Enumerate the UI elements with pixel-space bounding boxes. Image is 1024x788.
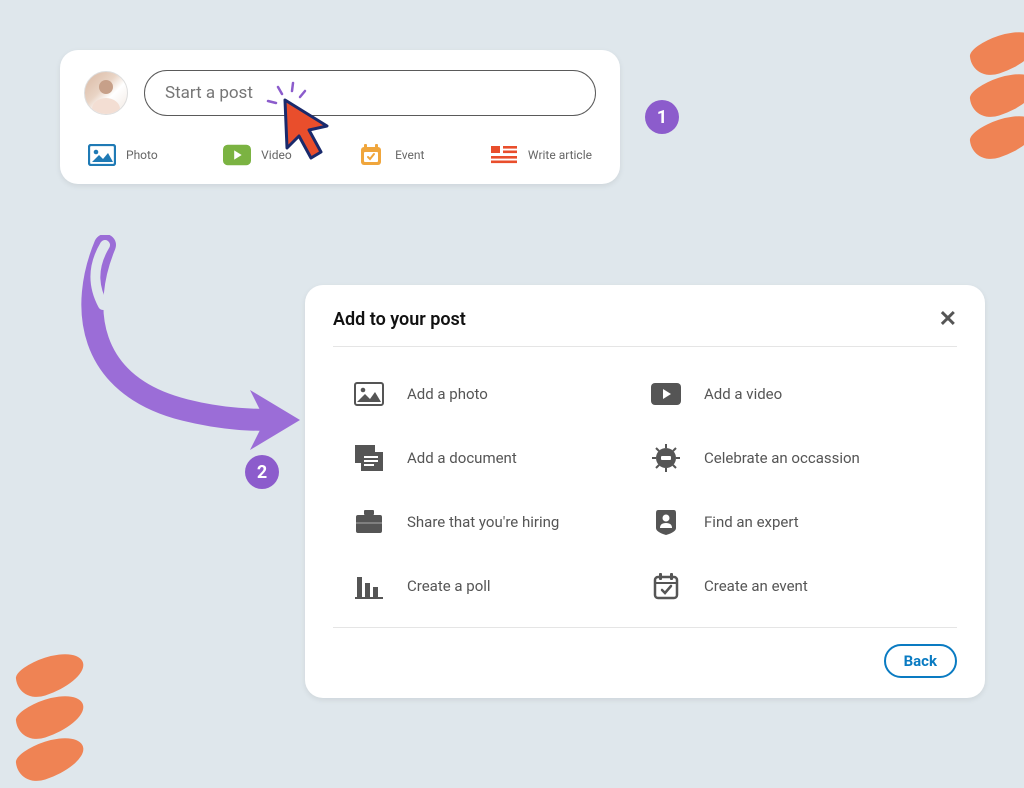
video-option[interactable]: Video	[223, 144, 292, 166]
add-video-label: Add a video	[704, 385, 782, 403]
create-event-label: Create an event	[704, 577, 808, 595]
video-icon	[223, 144, 251, 166]
video-label: Video	[261, 148, 292, 162]
celebrate-item[interactable]: Celebrate an occassion	[650, 445, 937, 471]
photo-option[interactable]: Photo	[88, 144, 158, 166]
add-document-item[interactable]: Add a document	[353, 445, 640, 471]
celebrate-label: Celebrate an occassion	[704, 449, 860, 467]
event-label: Event	[395, 148, 424, 162]
badge-person-icon	[650, 509, 682, 535]
find-expert-label: Find an expert	[704, 513, 799, 531]
back-button[interactable]: Back	[884, 644, 957, 678]
video-icon	[650, 381, 682, 407]
write-article-label: Write article	[528, 148, 592, 162]
write-article-option[interactable]: Write article	[490, 144, 592, 166]
step-badge-2: 2	[245, 455, 279, 489]
photo-icon	[88, 144, 116, 166]
event-option[interactable]: Event	[357, 144, 424, 166]
add-document-label: Add a document	[407, 449, 517, 467]
swoosh-decoration	[969, 35, 1024, 161]
photo-icon	[353, 381, 385, 407]
modal-title: Add to your post	[333, 309, 466, 330]
hiring-item[interactable]: Share that you're hiring	[353, 509, 640, 535]
find-expert-item[interactable]: Find an expert	[650, 509, 937, 535]
article-icon	[490, 144, 518, 166]
add-to-post-card: Add to your post ✕ Add a photo Add a vid…	[305, 285, 985, 698]
create-event-item[interactable]: Create an event	[650, 573, 937, 599]
start-post-card: Photo Video Event Write article	[60, 50, 620, 184]
poll-icon	[353, 573, 385, 599]
event-icon	[357, 144, 385, 166]
calendar-icon	[650, 573, 682, 599]
briefcase-icon	[353, 509, 385, 535]
step-badge-1: 1	[645, 100, 679, 134]
start-post-input[interactable]	[144, 70, 596, 116]
hiring-label: Share that you're hiring	[407, 513, 559, 531]
create-poll-label: Create a poll	[407, 577, 491, 595]
add-photo-item[interactable]: Add a photo	[353, 381, 640, 407]
arrow-connector	[75, 235, 305, 459]
swoosh-decoration	[15, 657, 85, 783]
add-video-item[interactable]: Add a video	[650, 381, 937, 407]
avatar[interactable]	[84, 71, 128, 115]
create-poll-item[interactable]: Create a poll	[353, 573, 640, 599]
celebrate-icon	[650, 445, 682, 471]
add-photo-label: Add a photo	[407, 385, 488, 403]
close-icon[interactable]: ✕	[939, 307, 957, 332]
document-icon	[353, 445, 385, 471]
photo-label: Photo	[126, 148, 158, 162]
